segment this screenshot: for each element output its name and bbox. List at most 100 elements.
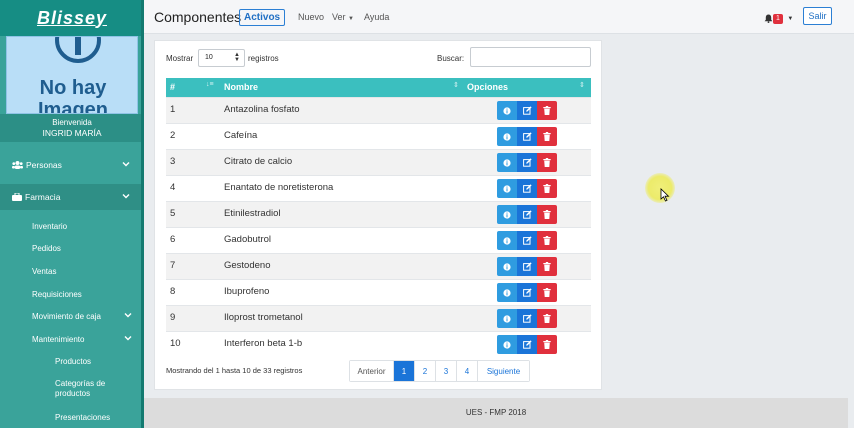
sidebar-item-presentaciones[interactable]: Presentaciones xyxy=(55,413,110,423)
sidebar-item-inventario[interactable]: Inventario xyxy=(32,222,67,232)
edit-icon xyxy=(522,158,532,167)
pagination-page-2[interactable]: 2 xyxy=(415,361,436,381)
top-navbar: Componentes Activos Nuevo Ver ▼ Ayuda 1 … xyxy=(144,0,854,34)
pagination-next[interactable]: Siguiente xyxy=(478,361,529,381)
info-button[interactable] xyxy=(497,257,517,276)
table-row: 2 Cafeína xyxy=(166,123,591,149)
sidebar-item-mantenimiento[interactable]: Mantenimiento xyxy=(32,335,84,345)
edit-button[interactable] xyxy=(517,179,537,198)
column-header-number[interactable]: # xyxy=(170,82,175,92)
info-button[interactable] xyxy=(497,101,517,120)
user-name: INGRID MARÍA xyxy=(42,128,102,138)
trash-icon xyxy=(543,262,551,271)
info-icon xyxy=(503,132,511,141)
delete-button[interactable] xyxy=(537,153,557,172)
info-button[interactable] xyxy=(497,309,517,328)
logout-button[interactable]: Salir xyxy=(803,7,832,25)
pagination-page-3[interactable]: 3 xyxy=(436,361,457,381)
edit-button[interactable] xyxy=(517,231,537,250)
trash-icon xyxy=(543,314,551,323)
users-icon xyxy=(12,161,23,169)
trash-icon xyxy=(543,158,551,167)
info-button[interactable] xyxy=(497,179,517,198)
table-row: 9 Iloprost trometanol xyxy=(166,305,591,331)
chevron-down-icon xyxy=(122,162,130,167)
row-actions xyxy=(497,283,557,303)
delete-button[interactable] xyxy=(537,257,557,276)
menu-item-farmacia[interactable]: Farmacia xyxy=(0,184,141,210)
edit-button[interactable] xyxy=(517,205,537,224)
notifications-dropdown[interactable]: 1 ▼ xyxy=(764,10,793,28)
pagination: Anterior 1 2 3 4 Siguiente xyxy=(349,360,530,382)
edit-button[interactable] xyxy=(517,335,537,354)
trash-icon xyxy=(543,106,551,115)
nav-ayuda[interactable]: Ayuda xyxy=(364,12,389,22)
mouse-cursor-icon xyxy=(660,188,670,202)
row-actions xyxy=(497,257,557,277)
brand-logo[interactable]: Blissey xyxy=(0,0,144,36)
pagination-page-1[interactable]: 1 xyxy=(394,361,415,381)
info-icon xyxy=(503,184,511,193)
row-actions xyxy=(497,309,557,329)
edit-button[interactable] xyxy=(517,257,537,276)
column-header-nombre[interactable]: Nombre xyxy=(224,82,258,92)
edit-button[interactable] xyxy=(517,309,537,328)
sidebar-item-pedidos[interactable]: Pedidos xyxy=(32,244,61,254)
edit-button[interactable] xyxy=(517,153,537,172)
delete-button[interactable] xyxy=(537,335,557,354)
sidebar-edge xyxy=(141,0,144,428)
delete-button[interactable] xyxy=(537,101,557,120)
row-name: Antazolina fosfato xyxy=(224,104,300,115)
edit-button[interactable] xyxy=(517,101,537,120)
activos-badge-button[interactable]: Activos xyxy=(239,9,286,26)
sidebar-item-requisiciones[interactable]: Requisiciones xyxy=(32,290,82,300)
chevron-down-icon xyxy=(122,194,130,199)
sidebar-item-movimiento-de-caja[interactable]: Movimiento de caja xyxy=(32,312,101,322)
edit-button[interactable] xyxy=(517,127,537,146)
info-button[interactable] xyxy=(497,335,517,354)
menu-item-personas[interactable]: Personas xyxy=(0,152,141,178)
edit-icon xyxy=(522,132,532,141)
info-button[interactable] xyxy=(497,231,517,250)
delete-button[interactable] xyxy=(537,179,557,198)
notification-count-badge: 1 xyxy=(773,13,783,24)
row-actions xyxy=(497,127,557,147)
row-name: Gadobutrol xyxy=(224,234,272,245)
row-name: Citrato de calcio xyxy=(224,156,293,167)
nav-ver[interactable]: Ver ▼ xyxy=(332,12,354,22)
table-row: 6 Gadobutrol xyxy=(166,227,591,253)
row-actions xyxy=(497,179,557,199)
delete-button[interactable] xyxy=(537,283,557,302)
sidebar-item-ventas[interactable]: Ventas xyxy=(32,267,56,277)
row-number: 7 xyxy=(170,260,176,271)
info-icon xyxy=(503,158,511,167)
chevron-down-icon xyxy=(124,336,132,341)
row-actions xyxy=(497,101,557,121)
search-label: Buscar: xyxy=(437,54,465,63)
row-number: 9 xyxy=(170,312,176,323)
delete-button[interactable] xyxy=(537,205,557,224)
row-number: 1 xyxy=(170,104,176,115)
sidebar-item-productos[interactable]: Productos xyxy=(55,357,91,367)
row-number: 8 xyxy=(170,286,176,297)
pagination-page-4[interactable]: 4 xyxy=(457,361,478,381)
welcome-label: Bienvenida xyxy=(52,118,92,127)
delete-button[interactable] xyxy=(537,309,557,328)
table-row: 3 Citrato de calcio xyxy=(166,149,591,175)
info-button[interactable] xyxy=(497,153,517,172)
delete-button[interactable] xyxy=(537,231,557,250)
info-button[interactable] xyxy=(497,127,517,146)
info-button[interactable] xyxy=(497,205,517,224)
pagination-prev[interactable]: Anterior xyxy=(350,361,394,381)
nav-ver-label: Ver xyxy=(332,12,346,22)
delete-button[interactable] xyxy=(537,127,557,146)
info-button[interactable] xyxy=(497,283,517,302)
edit-button[interactable] xyxy=(517,283,537,302)
page-size-select[interactable]: 10 ▲ ▼ xyxy=(198,49,245,67)
select-updown-icon: ▲ ▼ xyxy=(234,52,240,63)
nav-nuevo[interactable]: Nuevo xyxy=(298,12,324,22)
trash-icon xyxy=(543,132,551,141)
sidebar-item-categorias[interactable]: Categorías de productos xyxy=(55,379,125,399)
search-input[interactable] xyxy=(470,47,591,67)
table-info: Mostrando del 1 hasta 10 de 33 registros xyxy=(166,366,303,375)
